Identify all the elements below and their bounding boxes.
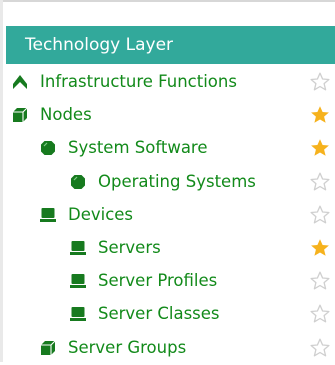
device-icon	[70, 306, 86, 322]
tree-item-server-classes[interactable]: Server Classes	[0, 297, 335, 331]
tree-item-label[interactable]: Infrastructure Functions	[40, 71, 237, 93]
tree-item-infrastructure-functions[interactable]: Infrastructure Functions	[0, 65, 335, 99]
panel-header: Technology Layer	[6, 26, 335, 64]
tree-item-label[interactable]: Server Classes	[98, 303, 220, 325]
tree-item-servers[interactable]: Servers	[0, 231, 335, 265]
device-icon	[70, 273, 86, 289]
favorite-star-empty-icon[interactable]	[310, 205, 330, 225]
tree-item-label[interactable]: Nodes	[40, 104, 92, 126]
favorite-star-empty-icon[interactable]	[310, 172, 330, 192]
favorite-star-empty-icon[interactable]	[310, 72, 330, 92]
tree-item-label[interactable]: Server Profiles	[98, 270, 217, 292]
device-icon	[40, 207, 56, 223]
upward-chevron-icon	[12, 74, 28, 90]
tree-item-label[interactable]: Server Groups	[68, 337, 186, 359]
3d-box-icon	[40, 340, 56, 356]
tree-item-server-groups[interactable]: Server Groups	[0, 331, 335, 365]
device-icon	[70, 240, 86, 256]
panel-title: Technology Layer	[25, 35, 174, 55]
favorite-star-empty-icon[interactable]	[310, 338, 330, 358]
tree-item-devices[interactable]: Devices	[0, 198, 335, 232]
technology-layer-panel: Technology Layer Infrastructure Function…	[0, 0, 335, 362]
tree-item-system-software[interactable]: System Software	[0, 131, 335, 165]
tree-item-label[interactable]: Devices	[68, 204, 133, 226]
favorite-star-filled-icon[interactable]	[310, 105, 330, 125]
panel-top-border	[0, 0, 335, 2]
tree-item-server-profiles[interactable]: Server Profiles	[0, 264, 335, 298]
tree-item-nodes[interactable]: Nodes	[0, 98, 335, 132]
favorite-star-filled-icon[interactable]	[310, 238, 330, 258]
disc-icon	[70, 174, 86, 190]
tree-item-label[interactable]: Operating Systems	[98, 171, 256, 193]
disc-icon	[40, 140, 56, 156]
tree-item-label[interactable]: Servers	[98, 237, 161, 259]
favorite-star-filled-icon[interactable]	[310, 138, 330, 158]
favorite-star-empty-icon[interactable]	[310, 271, 330, 291]
3d-box-icon	[12, 107, 28, 123]
tree-item-operating-systems[interactable]: Operating Systems	[0, 165, 335, 199]
tree-item-label[interactable]: System Software	[68, 137, 208, 159]
favorite-star-empty-icon[interactable]	[310, 304, 330, 324]
